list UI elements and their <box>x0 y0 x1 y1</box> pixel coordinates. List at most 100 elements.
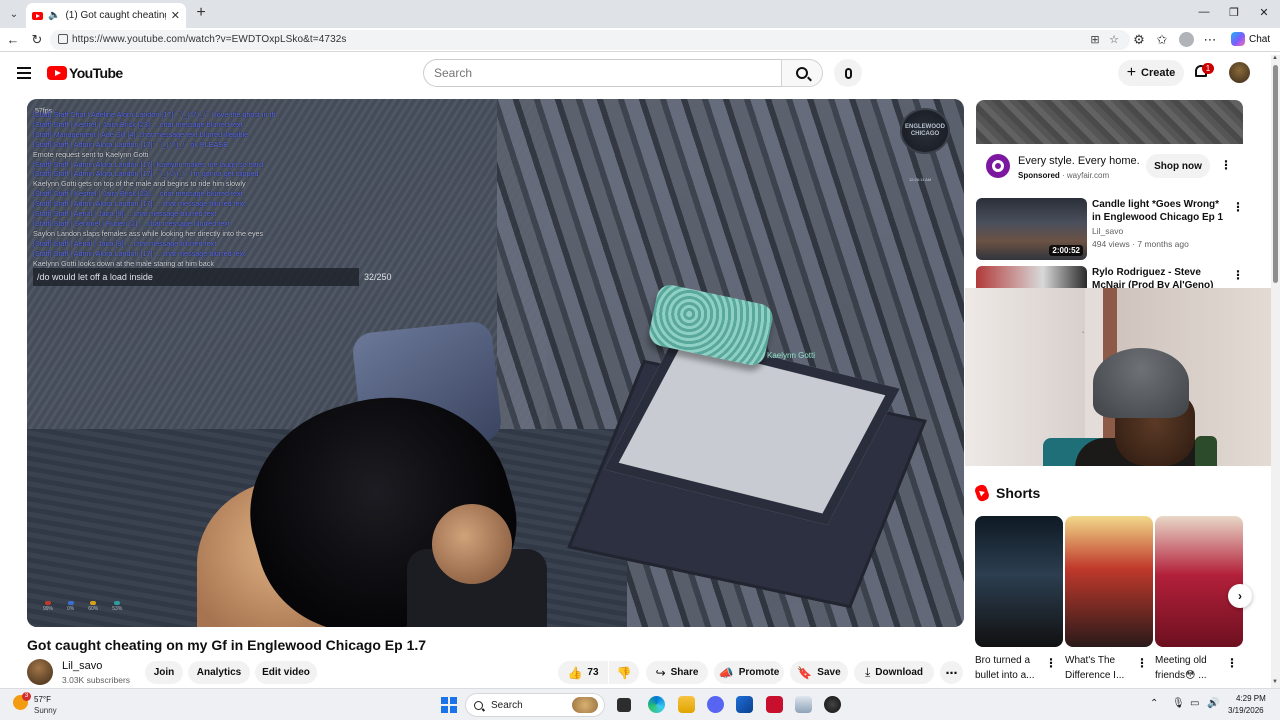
tab-actions-menu-icon[interactable]: ⌄ <box>5 5 23 23</box>
youtube-header: YouTube + Create 1 <box>0 53 1280 93</box>
short-title[interactable]: Meeting old friends😳 ... <box>1155 653 1225 683</box>
favorite-star-icon[interactable]: ☆ <box>1106 33 1122 46</box>
scroll-down-icon[interactable]: ▼ <box>1272 679 1278 685</box>
voice-search-button[interactable] <box>834 59 862 87</box>
analytics-button[interactable]: Analytics <box>188 661 250 684</box>
account-avatar[interactable] <box>1229 62 1250 83</box>
recommended-video-partial[interactable]: Rylo Rodriguez - Steve McNair (Prod By A… <box>976 266 1276 288</box>
obs-studio-icon[interactable] <box>824 696 841 713</box>
show-hidden-icons[interactable]: ⌃ <box>1150 698 1158 709</box>
file-explorer-icon[interactable] <box>678 696 695 713</box>
app-available-icon[interactable]: ⊞ <box>1087 33 1103 46</box>
short-title[interactable]: Bro turned a bullet into a... <box>975 653 1045 683</box>
short-thumbnail[interactable] <box>1155 516 1243 647</box>
edit-video-label: Edit video <box>262 667 310 678</box>
copilot-chat-button[interactable]: Chat <box>1231 32 1270 46</box>
address-bar-row: ← ↻ https://www.youtube.com/watch?v=EWDT… <box>0 28 1280 52</box>
short-more-icon[interactable]: ⋮ <box>1136 656 1148 670</box>
short-more-icon[interactable]: ⋮ <box>1226 656 1238 670</box>
taskbar-search[interactable]: Search <box>465 693 605 717</box>
weather-condition[interactable]: Sunny <box>34 706 57 715</box>
recommended-video[interactable]: 2:00:52 Candle light *Goes Wrong* in Eng… <box>976 198 1244 262</box>
site-info-icon[interactable] <box>58 34 68 44</box>
search-input[interactable] <box>423 59 781 87</box>
analytics-label: Analytics <box>196 667 242 678</box>
chat-command-input: /do would let off a load inside <box>33 268 359 286</box>
channel-name[interactable]: Lil_savo <box>62 660 102 672</box>
task-view-icon[interactable] <box>617 698 631 712</box>
thumbs-up-icon: 👍 <box>567 665 583 680</box>
channel-avatar[interactable] <box>27 659 53 685</box>
edit-video-button[interactable]: Edit video <box>255 661 317 684</box>
join-button[interactable]: Join <box>145 661 183 684</box>
favorites-icon[interactable]: ✩ <box>1153 32 1171 48</box>
restore-icon[interactable]: ❐ <box>1226 6 1242 19</box>
volume-icon[interactable]: 🔊 <box>1207 698 1219 709</box>
recommended-title[interactable]: Candle light *Goes Wrong* in Englewood C… <box>1092 198 1226 224</box>
download-button[interactable]: ⤓ Download <box>854 661 934 684</box>
close-window-icon[interactable]: ✕ <box>1256 6 1272 19</box>
more-options-icon[interactable]: ⋯ <box>1201 32 1219 48</box>
ad-card[interactable]: Every style. Every home. Sponsored · way… <box>976 144 1243 190</box>
player-status-bar: 99% 0% 60% 53% <box>43 601 122 612</box>
search-button[interactable] <box>781 59 823 87</box>
edge-browser-icon[interactable] <box>648 696 665 713</box>
speaker-icon[interactable]: 🔈 <box>48 10 60 21</box>
more-actions-icon[interactable]: ⋯ <box>940 661 963 684</box>
short-thumbnail[interactable] <box>975 516 1063 647</box>
share-button[interactable]: ↪ Share <box>646 661 708 684</box>
microsoft-store-icon[interactable] <box>736 696 753 713</box>
shop-now-button[interactable]: Shop now <box>1146 154 1210 178</box>
page-scrollbar[interactable]: ▲ ▼ <box>1271 55 1280 688</box>
recommended-thumbnail[interactable] <box>976 266 1087 288</box>
youtube-logo[interactable]: YouTube <box>47 65 123 81</box>
shorts-next-icon[interactable]: › <box>1228 584 1252 608</box>
clock-date[interactable]: 3/19/2026 <box>1228 706 1264 715</box>
back-icon[interactable]: ← <box>4 32 22 47</box>
like-button[interactable]: 👍 73 <box>558 661 608 684</box>
new-tab-icon[interactable]: + <box>192 4 210 22</box>
create-button[interactable]: + Create <box>1118 60 1184 86</box>
recommended-title[interactable]: Rylo Rodriguez - Steve McNair (Prod By A… <box>1092 266 1226 288</box>
scroll-up-icon[interactable]: ▲ <box>1272 55 1278 61</box>
ad-banner-image[interactable] <box>976 100 1243 144</box>
ad-title: Every style. Every home. <box>1018 155 1140 167</box>
browser-tab[interactable]: 🔈 (1) Got caught cheating on my Gf in En… <box>26 3 186 28</box>
chat-line: Kaelynn Gotti looks down at the male sta… <box>33 258 214 268</box>
weather-alert-badge: 3 <box>22 692 31 701</box>
video-player[interactable]: 57fps [Staff] Staff Chat | Adeline Alora… <box>27 99 964 627</box>
status-icon <box>67 601 74 605</box>
clock-time[interactable]: 4:29 PM <box>1236 694 1266 703</box>
shorts-label: Shorts <box>996 485 1041 501</box>
microphone-tray-icon[interactable]: 🎙 <box>1172 698 1185 709</box>
recommended-channel[interactable]: Lil_savo <box>1092 226 1123 236</box>
short-title[interactable]: What's The Difference I... <box>1065 653 1135 683</box>
recommended-more-icon[interactable]: ⋮ <box>1232 268 1244 282</box>
search-icon <box>796 67 808 79</box>
recommended-more-icon[interactable]: ⋮ <box>1232 200 1244 214</box>
ad-more-icon[interactable]: ⋮ <box>1220 158 1232 172</box>
adobe-app-icon[interactable] <box>766 696 783 713</box>
minimize-icon[interactable]: — <box>1196 6 1212 18</box>
windows-start-icon[interactable] <box>441 697 457 713</box>
discord-icon[interactable] <box>707 696 724 713</box>
extensions-icon[interactable]: ⚙ <box>1130 32 1148 48</box>
short-thumbnail[interactable] <box>1065 516 1153 647</box>
profile-avatar-icon[interactable] <box>1179 32 1194 47</box>
refresh-icon[interactable]: ↻ <box>28 32 46 48</box>
app-icon[interactable] <box>795 696 812 713</box>
weather-temperature[interactable]: 57°F <box>34 695 51 704</box>
dislike-button[interactable]: 👎 <box>609 661 639 684</box>
close-tab-icon[interactable]: ✕ <box>171 9 180 22</box>
url-field[interactable]: https://www.youtube.com/watch?v=EWDTOxpL… <box>50 30 1130 50</box>
status-stat: 53% <box>112 601 122 612</box>
scrollbar-thumb[interactable] <box>1273 65 1278 283</box>
promote-button[interactable]: 📣 Promote <box>714 661 784 684</box>
network-icon[interactable]: ▭ <box>1190 698 1199 709</box>
game-chat-log: [Staff] Staff Chat | Adeline Alora Lando… <box>33 110 393 269</box>
short-more-icon[interactable]: ⋮ <box>1045 656 1057 670</box>
save-button[interactable]: 🔖 Save <box>790 661 848 684</box>
recommended-thumbnail[interactable]: 2:00:52 <box>976 198 1087 260</box>
search-bar <box>423 59 823 87</box>
menu-icon[interactable] <box>17 67 31 79</box>
